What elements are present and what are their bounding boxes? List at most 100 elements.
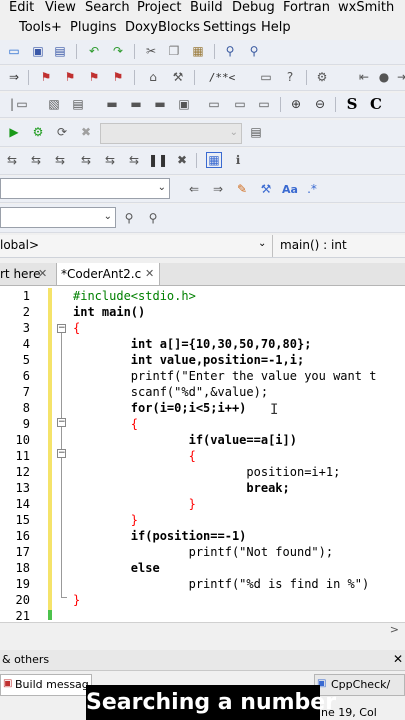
various-info-icon[interactable]: ℹ <box>230 152 246 168</box>
code-editor[interactable]: − − − 1 #include<stdio.h> 2 int main() 3{ … <box>0 286 405 623</box>
s-icon[interactable]: S <box>344 96 360 112</box>
rebuild-icon[interactable]: ⟳ <box>54 124 70 140</box>
menu-project[interactable]: Project <box>137 0 181 15</box>
stop-debug-icon[interactable]: ✖ <box>174 152 190 168</box>
highlight-pen-icon[interactable]: ✎ <box>234 181 250 197</box>
close-icon[interactable]: ✕ <box>38 263 47 285</box>
menu-tools-plus[interactable]: Tools+ <box>19 20 62 35</box>
pause-icon[interactable]: ❚❚ <box>148 152 168 168</box>
close-icon[interactable]: ✕ <box>393 652 403 666</box>
close-icon[interactable]: ✕ <box>145 263 154 285</box>
frame-icon-2[interactable]: ▭ <box>232 96 248 112</box>
bookmark-flag-icon[interactable]: ⚑ <box>38 69 54 85</box>
bookmark-prev-icon[interactable]: ⚑ <box>62 69 78 85</box>
arrow-right-icon[interactable]: ⇒ <box>6 69 22 85</box>
record-icon[interactable]: ● <box>376 69 392 85</box>
jump-forward-icon[interactable]: ⇥ <box>394 69 405 85</box>
save-icon[interactable]: ▣ <box>30 43 46 59</box>
paste-icon[interactable]: ▦ <box>190 43 206 59</box>
run-icon[interactable]: ▶ <box>6 124 22 140</box>
menu-view[interactable]: View <box>45 0 76 15</box>
image-icon[interactable]: ▧ <box>46 96 62 112</box>
rect-icon[interactable]: ▭ <box>14 96 30 112</box>
tab-coderant2[interactable]: *CoderAnt2.c ✕ <box>56 263 160 285</box>
debug-continue-icon[interactable]: ⇆ <box>4 152 20 168</box>
bookmark-clear-icon[interactable]: ⚑ <box>110 69 126 85</box>
build-run-icon[interactable]: ⚙ <box>30 124 46 140</box>
cut-icon[interactable]: ✂ <box>143 43 159 59</box>
code-line: 16 if(position==-1) <box>0 528 405 544</box>
find-options-icon[interactable]: ⚲ <box>145 210 161 226</box>
zoom-out-icon[interactable]: ⊖ <box>312 96 328 112</box>
tab-build-messages[interactable]: ▣ Build messag <box>0 674 92 696</box>
copy-icon[interactable]: ❐ <box>166 43 182 59</box>
editor-tabs: rt here ✕ *CoderAnt2.c ✕ <box>0 263 405 286</box>
find-next-icon[interactable]: ⚲ <box>121 210 137 226</box>
replace-icon[interactable]: ⚲ <box>246 43 262 59</box>
abort-icon[interactable]: ✖ <box>78 124 94 140</box>
build-target-select[interactable]: ⌄ <box>100 123 242 144</box>
chm-doc-icon[interactable]: ? <box>282 69 298 85</box>
run-to-cursor-icon[interactable]: ⇆ <box>28 152 44 168</box>
list-icon[interactable]: ▤ <box>70 96 86 112</box>
line-number: 6 <box>22 369 30 383</box>
debug-windows-icon[interactable]: ▦ <box>206 152 222 168</box>
menu-settings[interactable]: Settings <box>203 20 256 35</box>
horizontal-scrollbar[interactable]: > <box>0 622 405 639</box>
jump-back-icon[interactable]: ⇤ <box>356 69 372 85</box>
menu-debug[interactable]: Debug <box>232 0 275 15</box>
c-icon[interactable]: C <box>368 96 384 112</box>
menu-help[interactable]: Help <box>261 20 291 35</box>
block-icon-3[interactable]: ▬ <box>152 96 168 112</box>
menu-doxyblocks[interactable]: DoxyBlocks <box>125 20 200 35</box>
extract-docs-icon[interactable]: ⚒ <box>170 69 186 85</box>
block-comment-icon[interactable]: /**< <box>200 69 244 85</box>
menu-plugins[interactable]: Plugins <box>70 20 117 35</box>
target-options-icon[interactable]: ▤ <box>248 124 264 140</box>
undo-icon[interactable]: ↶ <box>86 43 102 59</box>
frame-icon-3[interactable]: ▭ <box>256 96 272 112</box>
code-line: 1 #include<stdio.h> <box>0 288 405 304</box>
scope-select[interactable]: lobal> <box>0 238 39 252</box>
toolbar-build: ▶ ⚙ ⟳ ✖ ⌄ ▤ <box>0 120 405 147</box>
search-combo[interactable]: ⌄ <box>0 178 170 199</box>
code-text: { <box>73 321 81 335</box>
find-text-combo[interactable]: ⌄ <box>0 207 116 228</box>
scope-dropdown-icon[interactable]: ⌄ <box>258 238 266 249</box>
line-number: 20 <box>15 593 30 607</box>
block-icon-4[interactable]: ▣ <box>176 96 192 112</box>
step-out-icon[interactable]: ⇆ <box>102 152 118 168</box>
fix-icon[interactable]: ⚒ <box>258 181 274 197</box>
code-line: 17 printf("Not found"); <box>0 544 405 560</box>
tab-start-here[interactable]: rt here ✕ <box>0 263 54 285</box>
new-file-icon[interactable]: ▭ <box>6 43 22 59</box>
html-doc-icon[interactable]: ▭ <box>258 69 274 85</box>
menu-fortran[interactable]: Fortran <box>283 0 330 15</box>
menu-edit[interactable]: Edit <box>9 0 34 15</box>
block-icon-2[interactable]: ▬ <box>128 96 144 112</box>
frame-icon[interactable]: ▭ <box>206 96 222 112</box>
menu-build[interactable]: Build <box>190 0 223 15</box>
zoom-in-icon[interactable]: ⊕ <box>288 96 304 112</box>
step-into-icon[interactable]: ⇆ <box>78 152 94 168</box>
scroll-right-icon[interactable]: > <box>390 623 399 636</box>
doxywizard-icon[interactable]: ⌂ <box>145 69 161 85</box>
next-line-icon[interactable]: ⇆ <box>52 152 68 168</box>
match-case-icon[interactable]: Aa <box>282 181 298 197</box>
block-icon[interactable]: ▬ <box>104 96 120 112</box>
nav-forward-icon[interactable]: ⇒ <box>210 181 226 197</box>
prefs-wrench-icon[interactable]: ⚙ <box>314 69 330 85</box>
menu-wxsmith[interactable]: wxSmith <box>338 0 394 15</box>
menu-search[interactable]: Search <box>85 0 130 15</box>
save-all-icon[interactable]: ▤ <box>52 43 68 59</box>
function-select[interactable]: main() : int <box>280 238 347 252</box>
code-text: { <box>73 449 196 463</box>
code-line: 15 } <box>0 512 405 528</box>
nav-back-icon[interactable]: ⇐ <box>186 181 202 197</box>
bookmark-next-icon[interactable]: ⚑ <box>86 69 102 85</box>
find-icon[interactable]: ⚲ <box>222 43 238 59</box>
redo-icon[interactable]: ↷ <box>110 43 126 59</box>
next-instruction-icon[interactable]: ⇆ <box>126 152 142 168</box>
toolbar-find: ⌄ ⚲ ⚲ <box>0 204 405 233</box>
regex-icon[interactable]: .* <box>304 181 320 197</box>
